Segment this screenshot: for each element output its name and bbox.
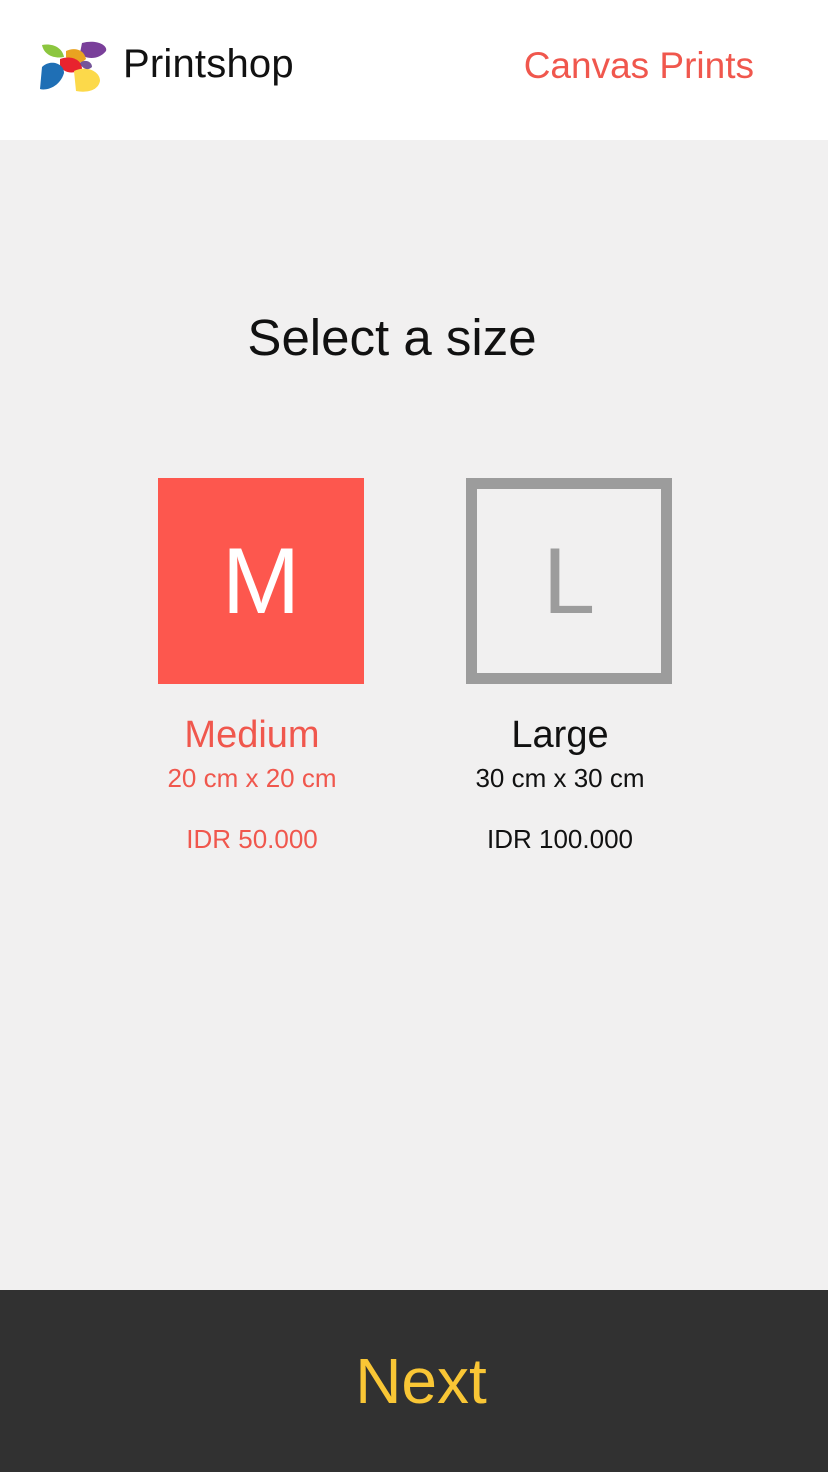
- size-price-medium: IDR 50.000: [186, 824, 318, 854]
- size-dimensions-large: 30 cm x 30 cm: [475, 763, 645, 793]
- brand-name: Printshop: [123, 42, 294, 86]
- app-header: Printshop Canvas Prints: [0, 0, 828, 140]
- next-button[interactable]: Next: [0, 1290, 828, 1472]
- size-option-medium[interactable]: M Medium 20 cm x 20 cm IDR 50.000: [132, 478, 372, 855]
- next-button-label: Next: [355, 1345, 487, 1417]
- size-swatch-medium[interactable]: M: [158, 478, 364, 684]
- page-title: Select a size: [247, 309, 537, 366]
- size-price-large: IDR 100.000: [487, 824, 633, 854]
- printshop-logo-icon: [40, 41, 107, 92]
- size-name-medium: Medium: [184, 714, 320, 756]
- size-option-large[interactable]: L Large 30 cm x 30 cm IDR 100.000: [440, 478, 680, 855]
- size-swatch-large[interactable]: L: [466, 478, 672, 684]
- size-name-large: Large: [511, 714, 609, 756]
- size-dimensions-medium: 20 cm x 20 cm: [167, 763, 337, 793]
- product-link[interactable]: Canvas Prints: [524, 45, 754, 87]
